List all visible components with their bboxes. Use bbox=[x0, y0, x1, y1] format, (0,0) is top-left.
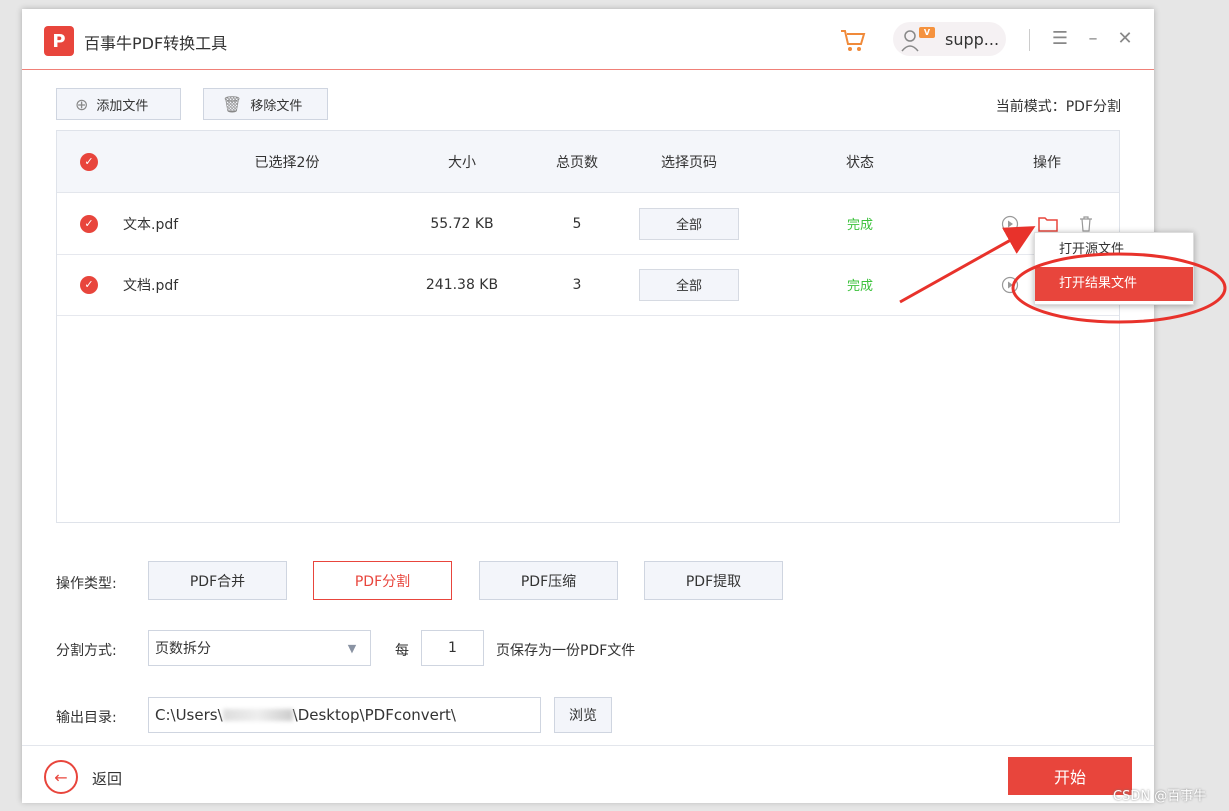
op-compress-button[interactable]: PDF压缩 bbox=[479, 561, 618, 600]
play-icon[interactable] bbox=[1001, 215, 1019, 233]
user-name: supp... bbox=[945, 29, 1000, 49]
title-bar: P 百事牛PDF转换工具 V supp... ☰ – ✕ bbox=[22, 9, 1154, 70]
op-split-button[interactable]: PDF分割 bbox=[313, 561, 452, 600]
app-logo-icon: P bbox=[44, 26, 74, 56]
file-name: 文档.pdf bbox=[123, 277, 179, 294]
op-extract-button[interactable]: PDF提取 bbox=[644, 561, 783, 600]
row-checkbox[interactable]: ✓ bbox=[80, 275, 98, 294]
file-size: 241.38 KB bbox=[425, 276, 499, 293]
file-list: ✓ 已选择2份 大小 总页数 选择页码 状态 操作 ✓ 文本.pdf 55.72… bbox=[56, 130, 1120, 523]
add-file-label: 添加文件 bbox=[96, 98, 149, 114]
op-merge-button[interactable]: PDF合并 bbox=[148, 561, 287, 600]
split-method-label: 分割方式: bbox=[56, 643, 117, 659]
add-file-button[interactable]: ⊕ 添加文件 bbox=[56, 88, 181, 120]
browse-button[interactable]: 浏览 bbox=[554, 697, 612, 733]
header-status: 状态 bbox=[846, 154, 874, 171]
file-name: 文本.pdf bbox=[123, 216, 179, 233]
header-size: 大小 bbox=[448, 154, 476, 171]
vip-badge-icon: V bbox=[919, 27, 935, 38]
file-list-header: ✓ 已选择2份 大小 总页数 选择页码 状态 操作 bbox=[57, 131, 1119, 193]
status-badge: 完成 bbox=[846, 279, 873, 294]
header-actions: 操作 bbox=[1033, 154, 1061, 171]
header-selected: 已选择2份 bbox=[254, 154, 320, 171]
app-window: P 百事牛PDF转换工具 V supp... ☰ – ✕ ⊕ 添加文件 🗑 移除… bbox=[22, 9, 1194, 803]
titlebar-divider bbox=[1029, 29, 1030, 51]
page-select-button[interactable]: 全部 bbox=[639, 207, 739, 240]
page-select-button[interactable]: 全部 bbox=[639, 268, 739, 301]
path-suffix: \Desktop\PDFconvert\ bbox=[292, 706, 456, 724]
back-label[interactable]: 返回 bbox=[92, 768, 122, 789]
select-all-checkbox[interactable]: ✓ bbox=[80, 152, 98, 171]
pages-per-file-input[interactable]: 1 bbox=[421, 630, 484, 666]
operation-type-label: 操作类型: bbox=[56, 576, 117, 592]
minimize-icon[interactable]: – bbox=[1083, 29, 1103, 49]
app-title: 百事牛PDF转换工具 bbox=[84, 34, 228, 53]
path-prefix: C:\Users\ bbox=[155, 706, 223, 724]
trash-icon: 🗑 bbox=[222, 94, 243, 114]
back-arrow-icon[interactable]: ← bbox=[44, 760, 78, 794]
close-icon[interactable]: ✕ bbox=[1115, 29, 1135, 49]
play-icon[interactable] bbox=[1001, 276, 1019, 294]
cart-icon[interactable] bbox=[838, 26, 868, 56]
row-checkbox[interactable]: ✓ bbox=[80, 214, 98, 233]
every-label: 每 bbox=[395, 643, 409, 659]
file-size: 55.72 KB bbox=[430, 215, 494, 232]
split-method-value: 页数拆分 bbox=[155, 641, 211, 657]
delete-icon[interactable] bbox=[1077, 215, 1095, 233]
output-dir-label: 输出目录: bbox=[56, 710, 117, 726]
menu-item-open-result[interactable]: 打开结果文件 bbox=[1035, 267, 1193, 301]
folder-icon[interactable] bbox=[1038, 215, 1058, 233]
file-pages: 5 bbox=[572, 215, 582, 232]
current-mode: 当前模式：PDF分割 bbox=[995, 99, 1121, 115]
menu-item-open-source[interactable]: 打开源文件 bbox=[1035, 233, 1193, 267]
pages-suffix-label: 页保存为一份PDF文件 bbox=[496, 643, 636, 659]
table-row: ✓ 文本.pdf 55.72 KB 5 全部 完成 bbox=[57, 193, 1119, 255]
remove-file-button[interactable]: 🗑 移除文件 bbox=[203, 88, 328, 120]
user-account-button[interactable]: V supp... bbox=[893, 22, 1006, 56]
watermark: CSDN @百事牛 bbox=[1113, 789, 1207, 804]
split-method-select[interactable]: 页数拆分 ▼ bbox=[148, 630, 371, 666]
output-path-input[interactable]: C:\Users\ \Desktop\PDFconvert\ bbox=[148, 697, 541, 733]
chevron-down-icon[interactable]: ▼ bbox=[334, 631, 370, 665]
footer-bar: ← 返回 开始 bbox=[22, 745, 1154, 803]
status-badge: 完成 bbox=[846, 218, 873, 233]
redacted-username bbox=[222, 709, 293, 721]
menu-icon[interactable]: ☰ bbox=[1050, 29, 1070, 49]
user-icon: V bbox=[901, 25, 939, 53]
header-pages: 总页数 bbox=[556, 154, 598, 171]
header-page-select: 选择页码 bbox=[661, 154, 717, 171]
remove-file-label: 移除文件 bbox=[250, 98, 303, 114]
plus-circle-icon: ⊕ bbox=[75, 94, 89, 114]
table-row: ✓ 文档.pdf 241.38 KB 3 全部 完成 bbox=[57, 254, 1119, 316]
context-menu: 打开源文件 打开结果文件 bbox=[1034, 232, 1194, 305]
file-pages: 3 bbox=[572, 276, 582, 293]
